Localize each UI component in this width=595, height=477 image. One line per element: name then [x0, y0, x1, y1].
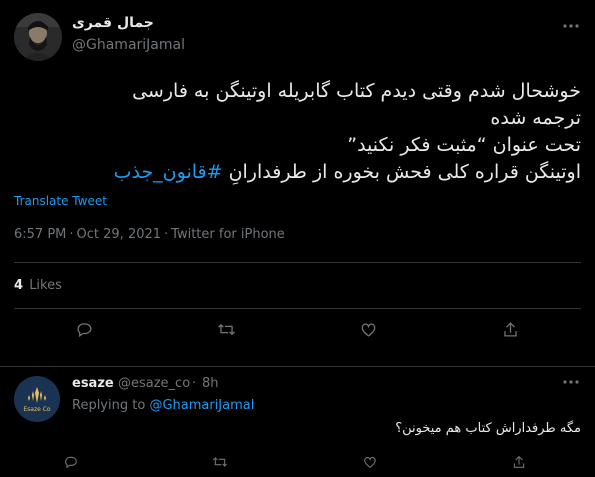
author-avatar[interactable]: [14, 13, 62, 61]
heart-icon[interactable]: [357, 318, 379, 340]
tweet-source[interactable]: Twitter for iPhone: [171, 227, 285, 242]
retweet-icon[interactable]: [216, 318, 238, 340]
reply-icon[interactable]: [74, 318, 96, 340]
tweet-text-line: تحت عنوان “مثبت فکر نکنید”: [347, 134, 581, 156]
retweet-icon[interactable]: [209, 451, 231, 473]
tweet-text-line: اوتینگن قراره کلی فحش بخوره از طرفدارانِ…: [21, 159, 581, 186]
reply-avatar-text: Esaze Co: [23, 406, 51, 413]
likes-number: 4: [14, 278, 24, 293]
tweet-time[interactable]: 6:57 PM: [14, 227, 66, 242]
meta-separator: ·: [69, 227, 74, 242]
reply-text: مگه طرفداراش کتاب هم میخونن؟: [395, 421, 581, 436]
reply-actions: [60, 451, 530, 473]
translate-tweet-link[interactable]: Translate Tweet: [14, 194, 107, 208]
tweet-meta: 6:57 PM · Oct 29, 2021 · Twitter for iPhone: [14, 227, 285, 242]
tweet-text: خوشحال شدم وقتی دیدم کتاب گابریله اوتینگ…: [21, 78, 581, 186]
esaze-logo-icon: [28, 387, 46, 403]
reply-avatar[interactable]: Esaze Co: [14, 376, 60, 422]
more-icon[interactable]: [561, 372, 581, 392]
author-avatar-image: [14, 13, 62, 61]
reply-icon[interactable]: [60, 451, 82, 473]
meta-separator: ·: [164, 227, 169, 242]
reply-author-handle[interactable]: @esaze_co: [118, 376, 190, 391]
reply-author-name[interactable]: esaze: [72, 376, 114, 391]
likes-label: Likes: [29, 278, 62, 293]
author-handle[interactable]: @GhamariJamal: [72, 37, 185, 53]
author-name[interactable]: جمال قمری: [72, 15, 154, 31]
replying-to-label: Replying to: [72, 398, 146, 413]
heart-icon[interactable]: [359, 451, 381, 473]
share-icon[interactable]: [508, 451, 530, 473]
more-icon[interactable]: [561, 16, 581, 36]
likes-count[interactable]: 4 Likes: [14, 278, 62, 293]
replying-to: Replying to @GhamariJamal: [72, 398, 254, 413]
tweet-text-segment: اوتینگن قراره کلی فحش بخوره از طرفدارانِ: [228, 161, 581, 183]
replying-to-mention[interactable]: @GhamariJamal: [149, 398, 254, 413]
share-icon[interactable]: [499, 318, 521, 340]
reply-separator: ·: [192, 376, 197, 391]
main-tweet: جمال قمری @GhamariJamal خوشحال شدم وقتی …: [0, 0, 595, 367]
tweet-text-line: ترجمه شده: [490, 107, 581, 129]
tweet-actions: [14, 318, 581, 340]
hashtag-link[interactable]: #قانون_جذب: [114, 161, 223, 183]
tweet-date[interactable]: Oct 29, 2021: [77, 227, 162, 242]
divider: [14, 308, 581, 309]
divider: [14, 262, 581, 263]
reply-time[interactable]: 8h: [202, 376, 219, 391]
tweet-text-line: خوشحال شدم وقتی دیدم کتاب گابریله اوتینگ…: [132, 80, 581, 102]
